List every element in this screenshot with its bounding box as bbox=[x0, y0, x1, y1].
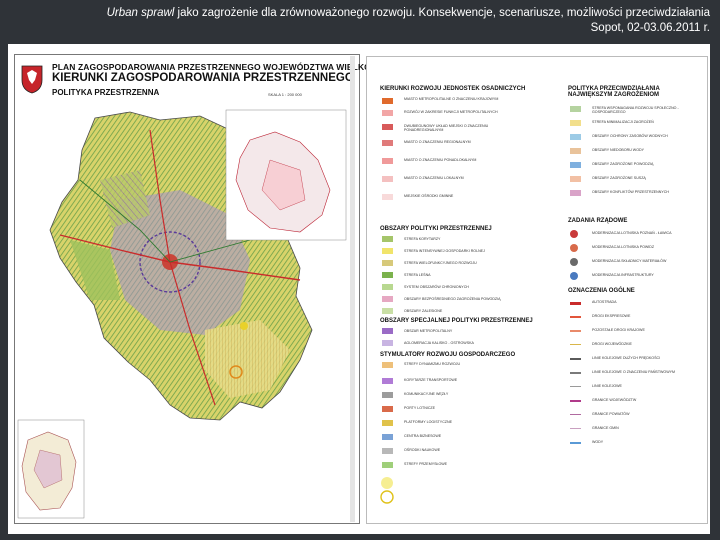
legend-swatch bbox=[570, 148, 581, 154]
legend-swatch bbox=[570, 134, 581, 140]
legend-item: OBSZARY ZAGROŻONE SUSZĄ bbox=[592, 176, 646, 180]
legend-swatch bbox=[570, 258, 578, 266]
legend-item: GRANICE WOJEWÓDZTW bbox=[592, 398, 637, 402]
legend-swatch bbox=[570, 162, 581, 168]
legend-item: LINIE KOLEJOWE DUŻYCH PRĘDKOŚCI bbox=[592, 356, 661, 360]
legend-item: MODERNIZACJA SKŁADNICY MATERIAŁÓW bbox=[592, 259, 667, 263]
legend-item: OBSZARY ZAGROŻONE POWODZIĄ bbox=[592, 162, 654, 166]
legend-marker-circle bbox=[381, 477, 393, 489]
legend-item: AUTOSTRADA bbox=[592, 300, 617, 304]
legend-swatch bbox=[570, 190, 581, 196]
legend-item: GRANICE GMIN bbox=[592, 426, 619, 430]
legend-markers bbox=[380, 477, 394, 504]
legend-item: MODERNIZACJA LOTNISKA POZNAŃ - ŁAWICA bbox=[592, 231, 672, 235]
legend-item: DROGI WOJEWÓDZKIE bbox=[592, 342, 632, 346]
legend-line bbox=[570, 428, 581, 429]
legend-swatch bbox=[570, 120, 581, 126]
legend-item: OBSZARY KONFLIKTÓW PRZESTRZENNYCH bbox=[592, 190, 669, 194]
legend-line bbox=[570, 414, 581, 415]
legend-item: STREFA MINIMALIZACJI ZAGROŻEŃ bbox=[592, 120, 654, 124]
legend-item: DROGI EKSPRESOWE bbox=[592, 314, 631, 318]
legend-sec-government: ZADANIA RZĄDOWE bbox=[568, 218, 628, 224]
legend-item: OBSZARY OCHRONY ZASOBÓW WODNYCH bbox=[592, 134, 668, 138]
legend-marker-ring bbox=[380, 490, 394, 504]
legend-swatch bbox=[570, 244, 578, 252]
legend-item: MODERNIZACJA LOTNISKA POWIDZ bbox=[592, 245, 655, 249]
legend-line bbox=[570, 302, 581, 305]
legend-sec-general: OZNACZENIA OGÓLNE bbox=[568, 288, 635, 294]
legend-item: GRANICE POWIATÓW bbox=[592, 412, 630, 416]
legend-swatch bbox=[570, 272, 578, 280]
legend-item: LINIE KOLEJOWE O ZNACZENIU PAŃSTWOWYM bbox=[592, 370, 675, 374]
legend-line bbox=[570, 442, 581, 444]
legend-line bbox=[570, 358, 581, 360]
legend-item: WODY bbox=[592, 440, 604, 444]
legend-swatch bbox=[570, 106, 581, 112]
legend-item: MODERNIZACJA INFRASTRUKTURY bbox=[592, 273, 654, 277]
legend-line bbox=[570, 400, 581, 402]
legend-item: OBSZARY NIEDOBORU WODY bbox=[592, 148, 644, 152]
legend-line bbox=[570, 344, 581, 345]
legend-line bbox=[570, 330, 581, 332]
legend-item: STREFA WSPOMAGANIA ROZWOJU SPOŁECZNO - G… bbox=[592, 106, 679, 114]
legend-line bbox=[570, 316, 581, 318]
legend-item: POZOSTAŁE DROGI KRAJOWE bbox=[592, 328, 645, 332]
legend-sec-threats: POLITYKA PRZECIWDZIAŁANIA NAJWIĘKSZYM ZA… bbox=[568, 86, 660, 98]
legend-swatch bbox=[570, 176, 581, 182]
legend-line bbox=[570, 372, 581, 374]
legend-swatch bbox=[570, 230, 578, 238]
legend-line bbox=[570, 386, 581, 387]
legend-item: LINIE KOLEJOWE bbox=[592, 384, 622, 388]
